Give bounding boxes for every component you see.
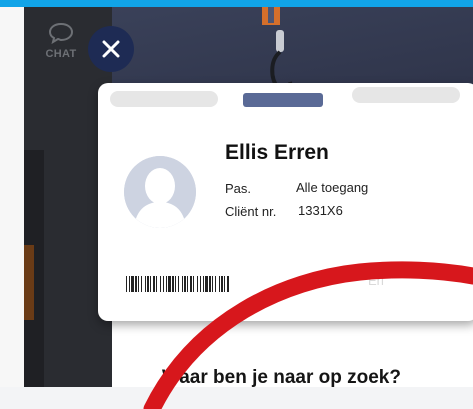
- card-pill-right: [352, 87, 460, 103]
- pas-label: Pas.: [225, 181, 252, 196]
- search-question: Waar ben je naar op zoek?: [162, 367, 401, 388]
- close-icon: [102, 40, 120, 58]
- card-hole-slot: [243, 93, 323, 107]
- client-number-value: 1331X6: [298, 203, 343, 218]
- card-faint-text: Eri: [368, 273, 384, 288]
- card-holder-name: Ellis Erren: [225, 141, 329, 164]
- barcode: [126, 276, 229, 292]
- bottom-strip: [0, 387, 473, 409]
- pas-value: Alle toegang: [296, 180, 369, 195]
- card-pill-left: [110, 91, 218, 107]
- lanyard-strap: [268, 7, 274, 23]
- sidebar-orange-strip: [24, 245, 34, 320]
- close-button[interactable]: [88, 26, 134, 72]
- chat-label: CHAT: [45, 48, 77, 60]
- chat-button[interactable]: CHAT: [36, 22, 86, 62]
- top-accent-bar: [0, 0, 473, 7]
- id-card: Ellis Erren Pas. Alle toegang Cliënt nr.…: [98, 83, 473, 321]
- person-silhouette-icon: [124, 156, 196, 228]
- chat-bubble-icon: [48, 22, 74, 44]
- avatar: [124, 156, 196, 228]
- client-number-label: Cliënt nr.: [225, 204, 277, 219]
- left-gutter: [0, 7, 24, 387]
